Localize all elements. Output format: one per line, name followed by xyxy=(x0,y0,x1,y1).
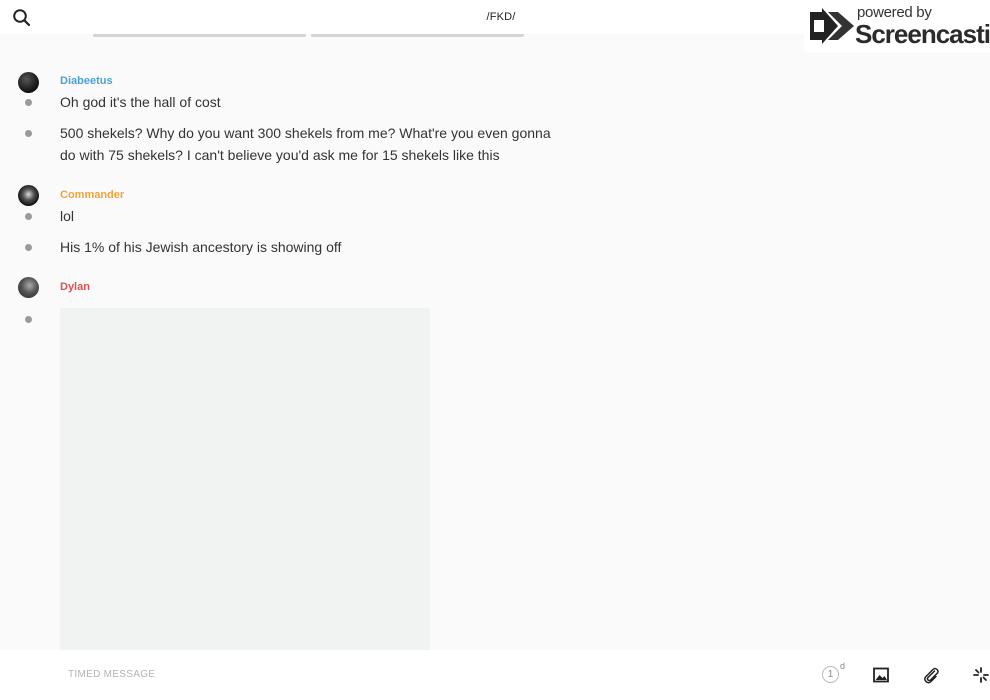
message-composer: 1 d xyxy=(0,650,990,700)
image-attachment[interactable] xyxy=(60,308,430,650)
image-icon[interactable] xyxy=(872,666,890,684)
timer-button[interactable]: 1 d xyxy=(822,661,850,688)
message-text: 500 shekels? Why do you want 300 shekels… xyxy=(60,125,551,163)
sender-name[interactable]: Diabeetus xyxy=(60,75,113,87)
timer-value: 1 xyxy=(822,666,839,683)
screencastify-watermark: powered by Screencastify xyxy=(804,0,990,52)
paperclip-icon[interactable] xyxy=(922,666,940,684)
watermark-brand: Screencastify xyxy=(855,19,990,49)
avatar[interactable] xyxy=(18,72,39,93)
message-text: lol xyxy=(60,208,75,224)
message-text: Oh god it's the hall of cost xyxy=(60,94,221,110)
screencastify-logo-icon xyxy=(808,8,854,49)
sender-name[interactable]: Dylan xyxy=(60,281,90,293)
message-text: His 1% of his Jewish ancestory is showin… xyxy=(60,239,342,255)
message-status-dot xyxy=(25,130,32,137)
message-status-dot xyxy=(25,316,32,323)
timed-message-input[interactable] xyxy=(68,669,768,680)
message-status-dot xyxy=(25,99,32,106)
avatar[interactable] xyxy=(18,185,39,206)
avatar[interactable] xyxy=(18,277,39,298)
message-list: Diabeetus Oh god it's the hall of cost 5… xyxy=(0,52,990,650)
message-status-dot xyxy=(25,213,32,220)
header-tab-indicator xyxy=(93,34,306,37)
header-tab-indicator xyxy=(311,34,524,37)
sparkle-icon[interactable] xyxy=(972,666,990,684)
message-status-dot xyxy=(25,244,32,251)
sender-name[interactable]: Commander xyxy=(60,189,124,201)
timer-unit: d xyxy=(840,661,846,671)
